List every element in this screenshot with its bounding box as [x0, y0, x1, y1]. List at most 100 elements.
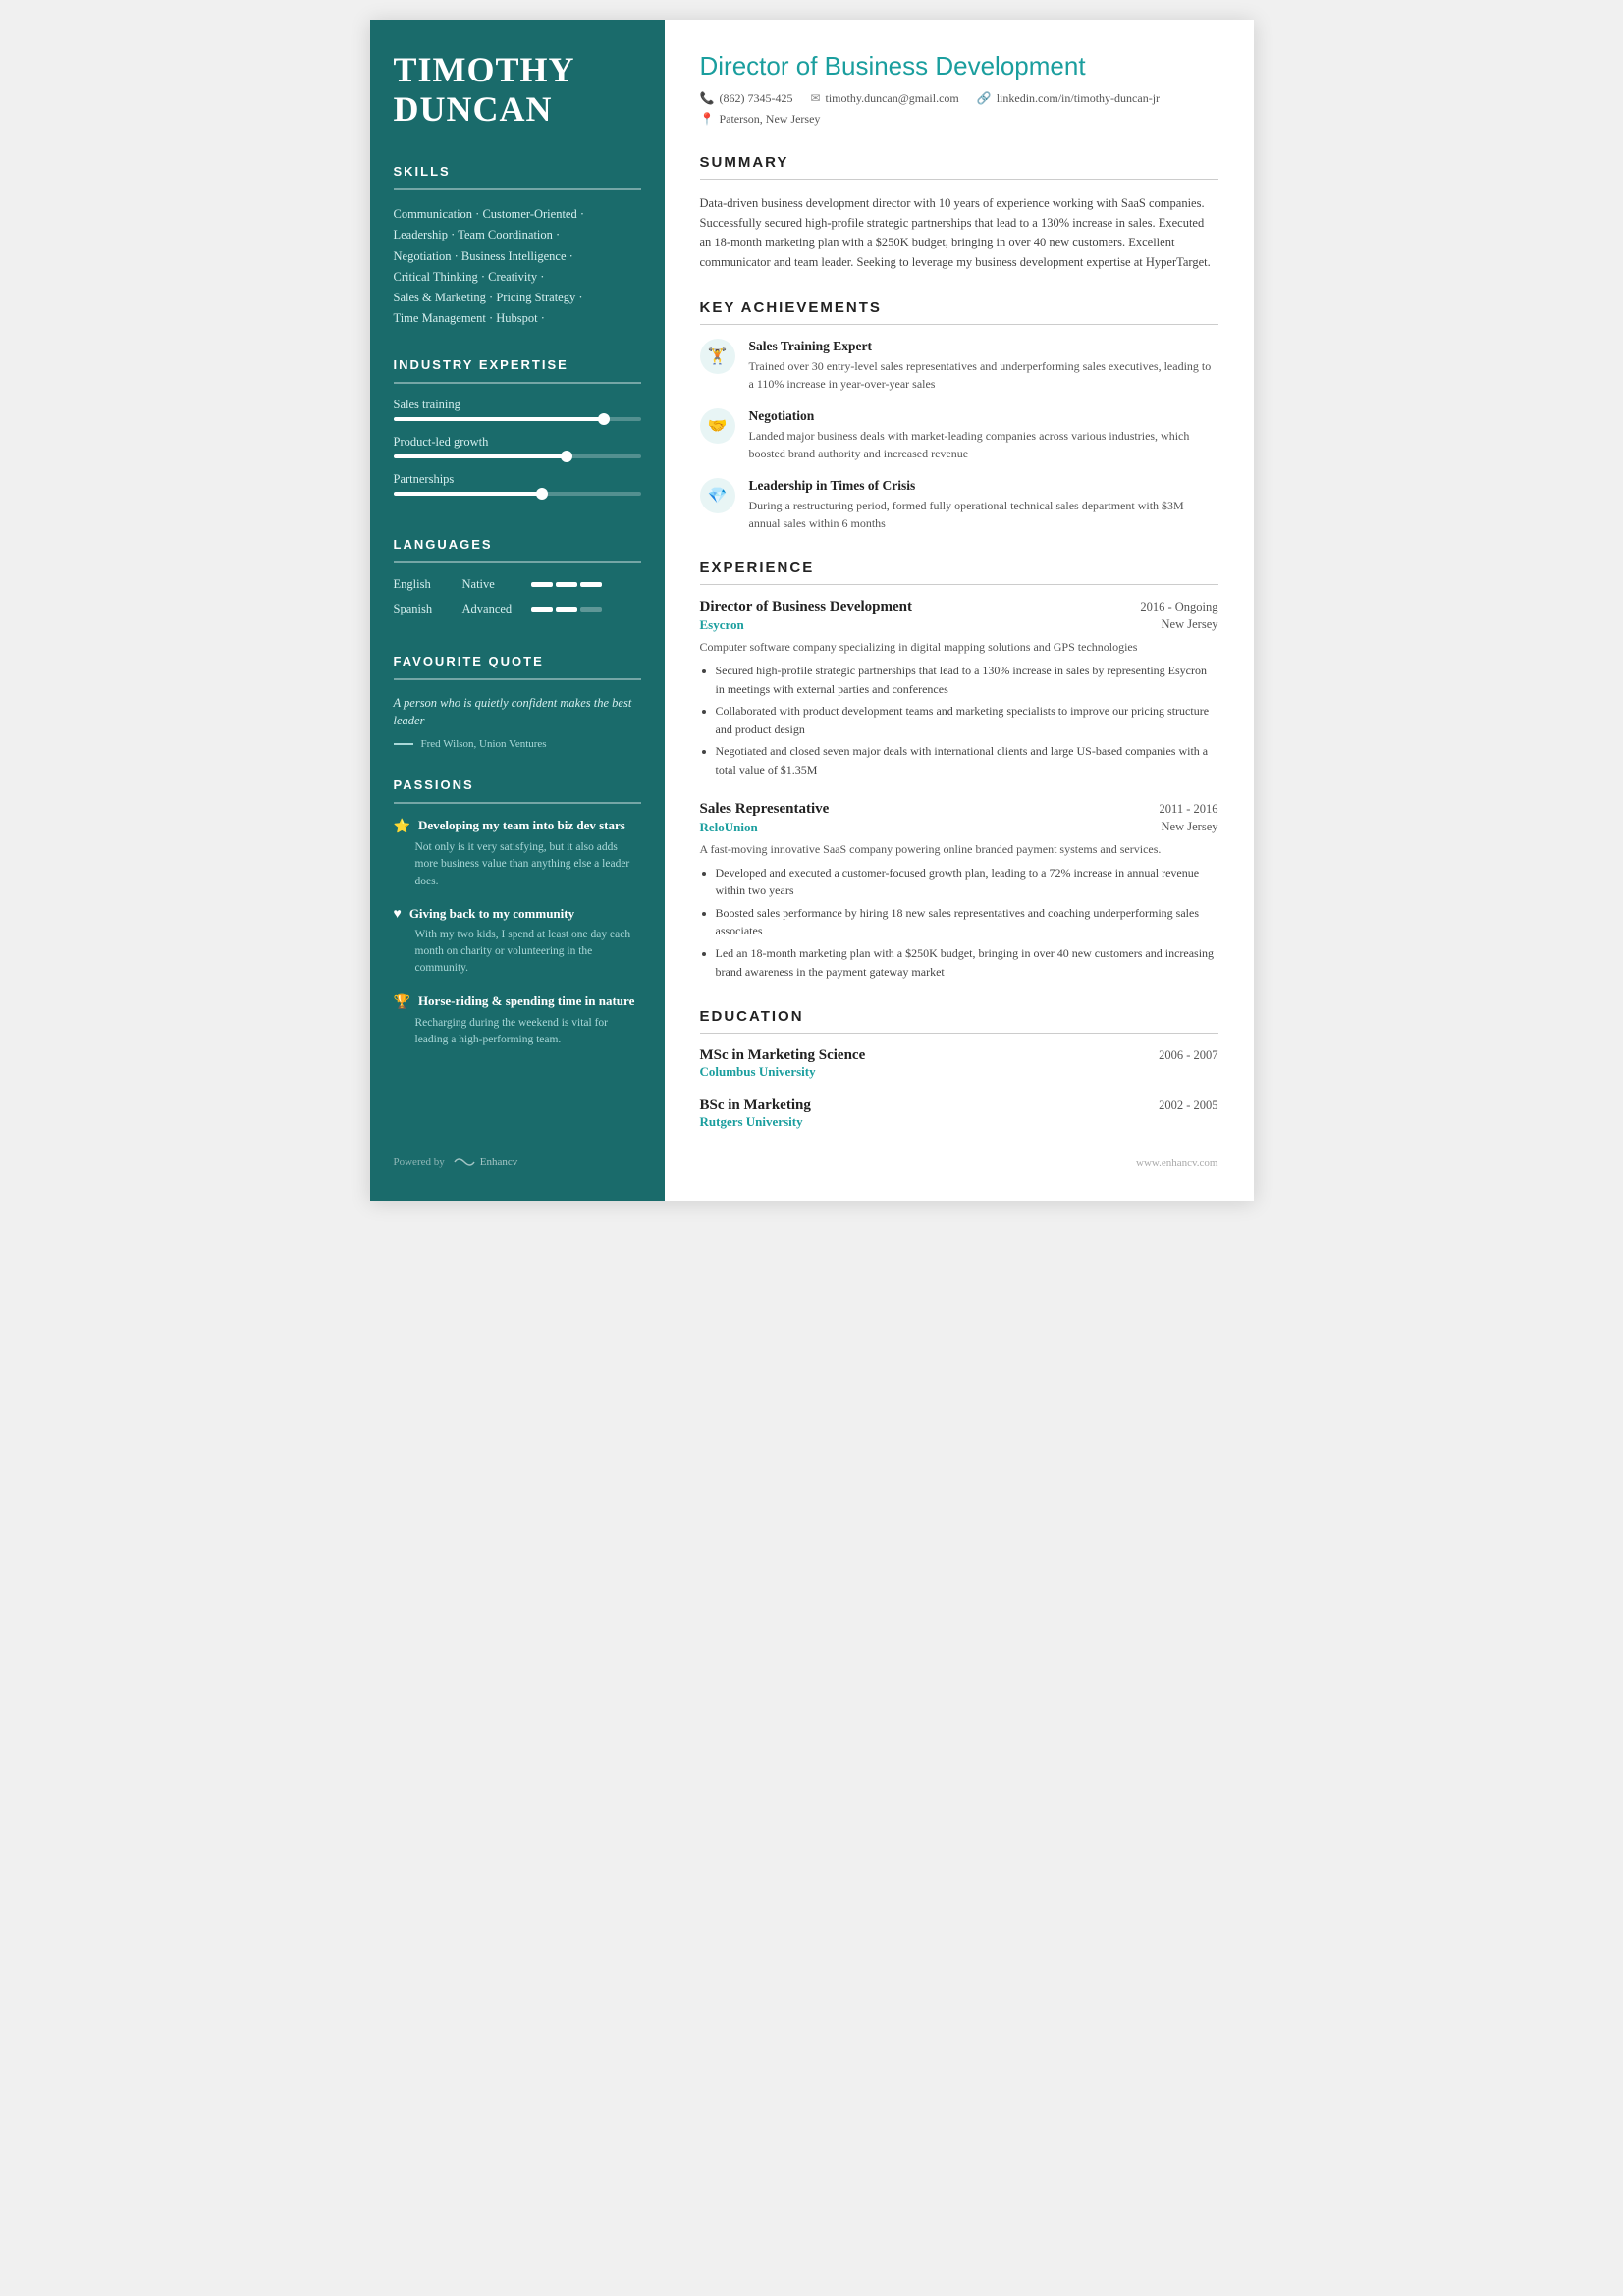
achievement-content-1: Negotiation Landed major business deals … [749, 408, 1218, 462]
language-level-1: Advanced [462, 602, 531, 616]
achievement-desc-0: Trained over 30 entry-level sales repres… [749, 357, 1218, 393]
resume-container: TIMOTHY DUNCAN SKILLS Communication · Cu… [370, 20, 1254, 1201]
exp-desc-0: Computer software company specializing i… [700, 638, 1218, 656]
language-bars-0 [531, 582, 602, 587]
summary-section: SUMMARY Data-driven business development… [700, 154, 1218, 272]
quote-text: A person who is quietly confident makes … [394, 694, 641, 731]
exp-header-1: Sales Representative 2011 - 2016 [700, 801, 1218, 818]
quote-title: FAVOURITE QUOTE [394, 654, 641, 668]
slider-track-2 [394, 492, 641, 496]
education-section: EDUCATION MSc in Marketing Science 2006 … [700, 1008, 1218, 1130]
edu-degree-0: MSc in Marketing Science [700, 1047, 866, 1064]
achievement-title-2: Leadership in Times of Crisis [749, 478, 1218, 494]
bullet-item: Negotiated and closed seven major deals … [716, 742, 1218, 778]
bullet-item: Secured high-profile strategic partnersh… [716, 662, 1218, 698]
edu-header-0: MSc in Marketing Science 2006 - 2007 [700, 1047, 1218, 1064]
sidebar-footer: Powered by Enhancv [394, 1155, 641, 1169]
bullet-item: Led an 18-month marketing plan with a $2… [716, 944, 1218, 981]
languages-section: LANGUAGES English Native Spanish Advance… [394, 537, 641, 626]
exp-item-0: Director of Business Development 2016 - … [700, 599, 1218, 779]
passion-header-1: ♥ Giving back to my community [394, 906, 641, 923]
edu-degree-1: BSc in Marketing [700, 1097, 811, 1114]
industry-title: INDUSTRY EXPERTISE [394, 357, 641, 372]
passion-desc-0: Not only is it very satisfying, but it a… [394, 839, 641, 890]
language-level-0: Native [462, 577, 531, 592]
slider-track-1 [394, 454, 641, 458]
quote-section: FAVOURITE QUOTE A person who is quietly … [394, 654, 641, 751]
expertise-item-0: Sales training [394, 398, 641, 421]
exp-company-1: ReloUnion [700, 820, 758, 835]
language-name-0: English [394, 577, 462, 592]
slider-fill-0 [394, 417, 604, 421]
passion-item-0: ⭐ Developing my team into biz dev stars … [394, 818, 641, 890]
skill-item: Negotiation · Business Intelligence · [394, 246, 641, 267]
summary-text: Data-driven business development directo… [700, 193, 1218, 272]
slider-track-0 [394, 417, 641, 421]
edu-school-0: Columbus University [700, 1064, 1218, 1080]
passion-item-1: ♥ Giving back to my community With my tw… [394, 906, 641, 978]
exp-location-1: New Jersey [1162, 820, 1218, 835]
exp-title-0: Director of Business Development [700, 599, 913, 615]
exp-bullets-0: Secured high-profile strategic partnersh… [700, 662, 1218, 779]
diamond-icon: 💎 [708, 486, 728, 506]
main-title: Director of Business Development [700, 51, 1218, 81]
achievement-title-1: Negotiation [749, 408, 1218, 424]
lang-bar [580, 582, 602, 587]
enhancv-logo: Enhancv [453, 1155, 517, 1169]
achievement-item-0: 🏋 Sales Training Expert Trained over 30 … [700, 339, 1218, 393]
skills-list: Communication · Customer-Oriented · Lead… [394, 204, 641, 330]
expertise-item-1: Product-led growth [394, 435, 641, 458]
enhancv-icon [453, 1155, 476, 1169]
skills-section: SKILLS Communication · Customer-Oriented… [394, 164, 641, 330]
achievement-icon-1: 🤝 [700, 408, 735, 444]
trophy-icon: 🏆 [394, 994, 410, 1011]
bullet-item: Collaborated with product development te… [716, 702, 1218, 738]
bullet-item: Developed and executed a customer-focuse… [716, 864, 1218, 900]
exp-location-0: New Jersey [1162, 617, 1218, 633]
expertise-item-2: Partnerships [394, 472, 641, 496]
skill-item: Sales & Marketing · Pricing Strategy · [394, 288, 641, 308]
exp-company-row-1: ReloUnion New Jersey [700, 820, 1218, 835]
achievement-icon-2: 💎 [700, 478, 735, 513]
contact-email: ✉ timothy.duncan@gmail.com [810, 91, 958, 106]
achievement-item-1: 🤝 Negotiation Landed major business deal… [700, 408, 1218, 462]
exp-title-1: Sales Representative [700, 801, 830, 818]
achievements-section: KEY ACHIEVEMENTS 🏋 Sales Training Expert… [700, 299, 1218, 532]
slider-fill-1 [394, 454, 567, 458]
contact-linkedin: 🔗 linkedin.com/in/timothy-duncan-jr [977, 91, 1160, 106]
main-footer: www.enhancv.com [700, 1157, 1218, 1169]
passion-header-0: ⭐ Developing my team into biz dev stars [394, 818, 641, 835]
edu-dates-0: 2006 - 2007 [1159, 1048, 1217, 1063]
exp-bullets-1: Developed and executed a customer-focuse… [700, 864, 1218, 982]
passions-title: PASSIONS [394, 777, 641, 792]
website-label: www.enhancv.com [1136, 1157, 1218, 1169]
heart-icon: ♥ [394, 907, 402, 923]
achievements-title: KEY ACHIEVEMENTS [700, 299, 1218, 316]
passion-title-2: Horse-riding & spending time in nature [418, 993, 634, 1010]
achievement-content-2: Leadership in Times of Crisis During a r… [749, 478, 1218, 532]
phone-icon: 📞 [700, 91, 715, 106]
expertise-label-2: Partnerships [394, 472, 641, 487]
industry-section: INDUSTRY EXPERTISE Sales training Produc… [394, 357, 641, 509]
star-icon: ⭐ [394, 819, 410, 835]
achievement-content-0: Sales Training Expert Trained over 30 en… [749, 339, 1218, 393]
skill-item: Leadership · Team Coordination · [394, 225, 641, 245]
summary-title: SUMMARY [700, 154, 1218, 171]
slider-thumb-1 [561, 451, 572, 462]
edu-header-1: BSc in Marketing 2002 - 2005 [700, 1097, 1218, 1114]
experience-section: EXPERIENCE Director of Business Developm… [700, 560, 1218, 981]
slider-fill-2 [394, 492, 542, 496]
quote-author: Fred Wilson, Union Ventures [394, 738, 641, 750]
barbell-icon: 🏋 [708, 347, 728, 366]
passion-title-1: Giving back to my community [409, 906, 574, 923]
exp-company-0: Esycron [700, 617, 744, 633]
link-icon: 🔗 [977, 91, 992, 106]
slider-thumb-2 [536, 488, 548, 500]
expertise-label-0: Sales training [394, 398, 641, 412]
passion-desc-2: Recharging during the weekend is vital f… [394, 1015, 641, 1049]
edu-dates-1: 2002 - 2005 [1159, 1098, 1217, 1113]
lang-bar [531, 582, 553, 587]
exp-item-1: Sales Representative 2011 - 2016 ReloUni… [700, 801, 1218, 982]
languages-title: LANGUAGES [394, 537, 641, 552]
contact-phone: 📞 (862) 7345-425 [700, 91, 793, 106]
